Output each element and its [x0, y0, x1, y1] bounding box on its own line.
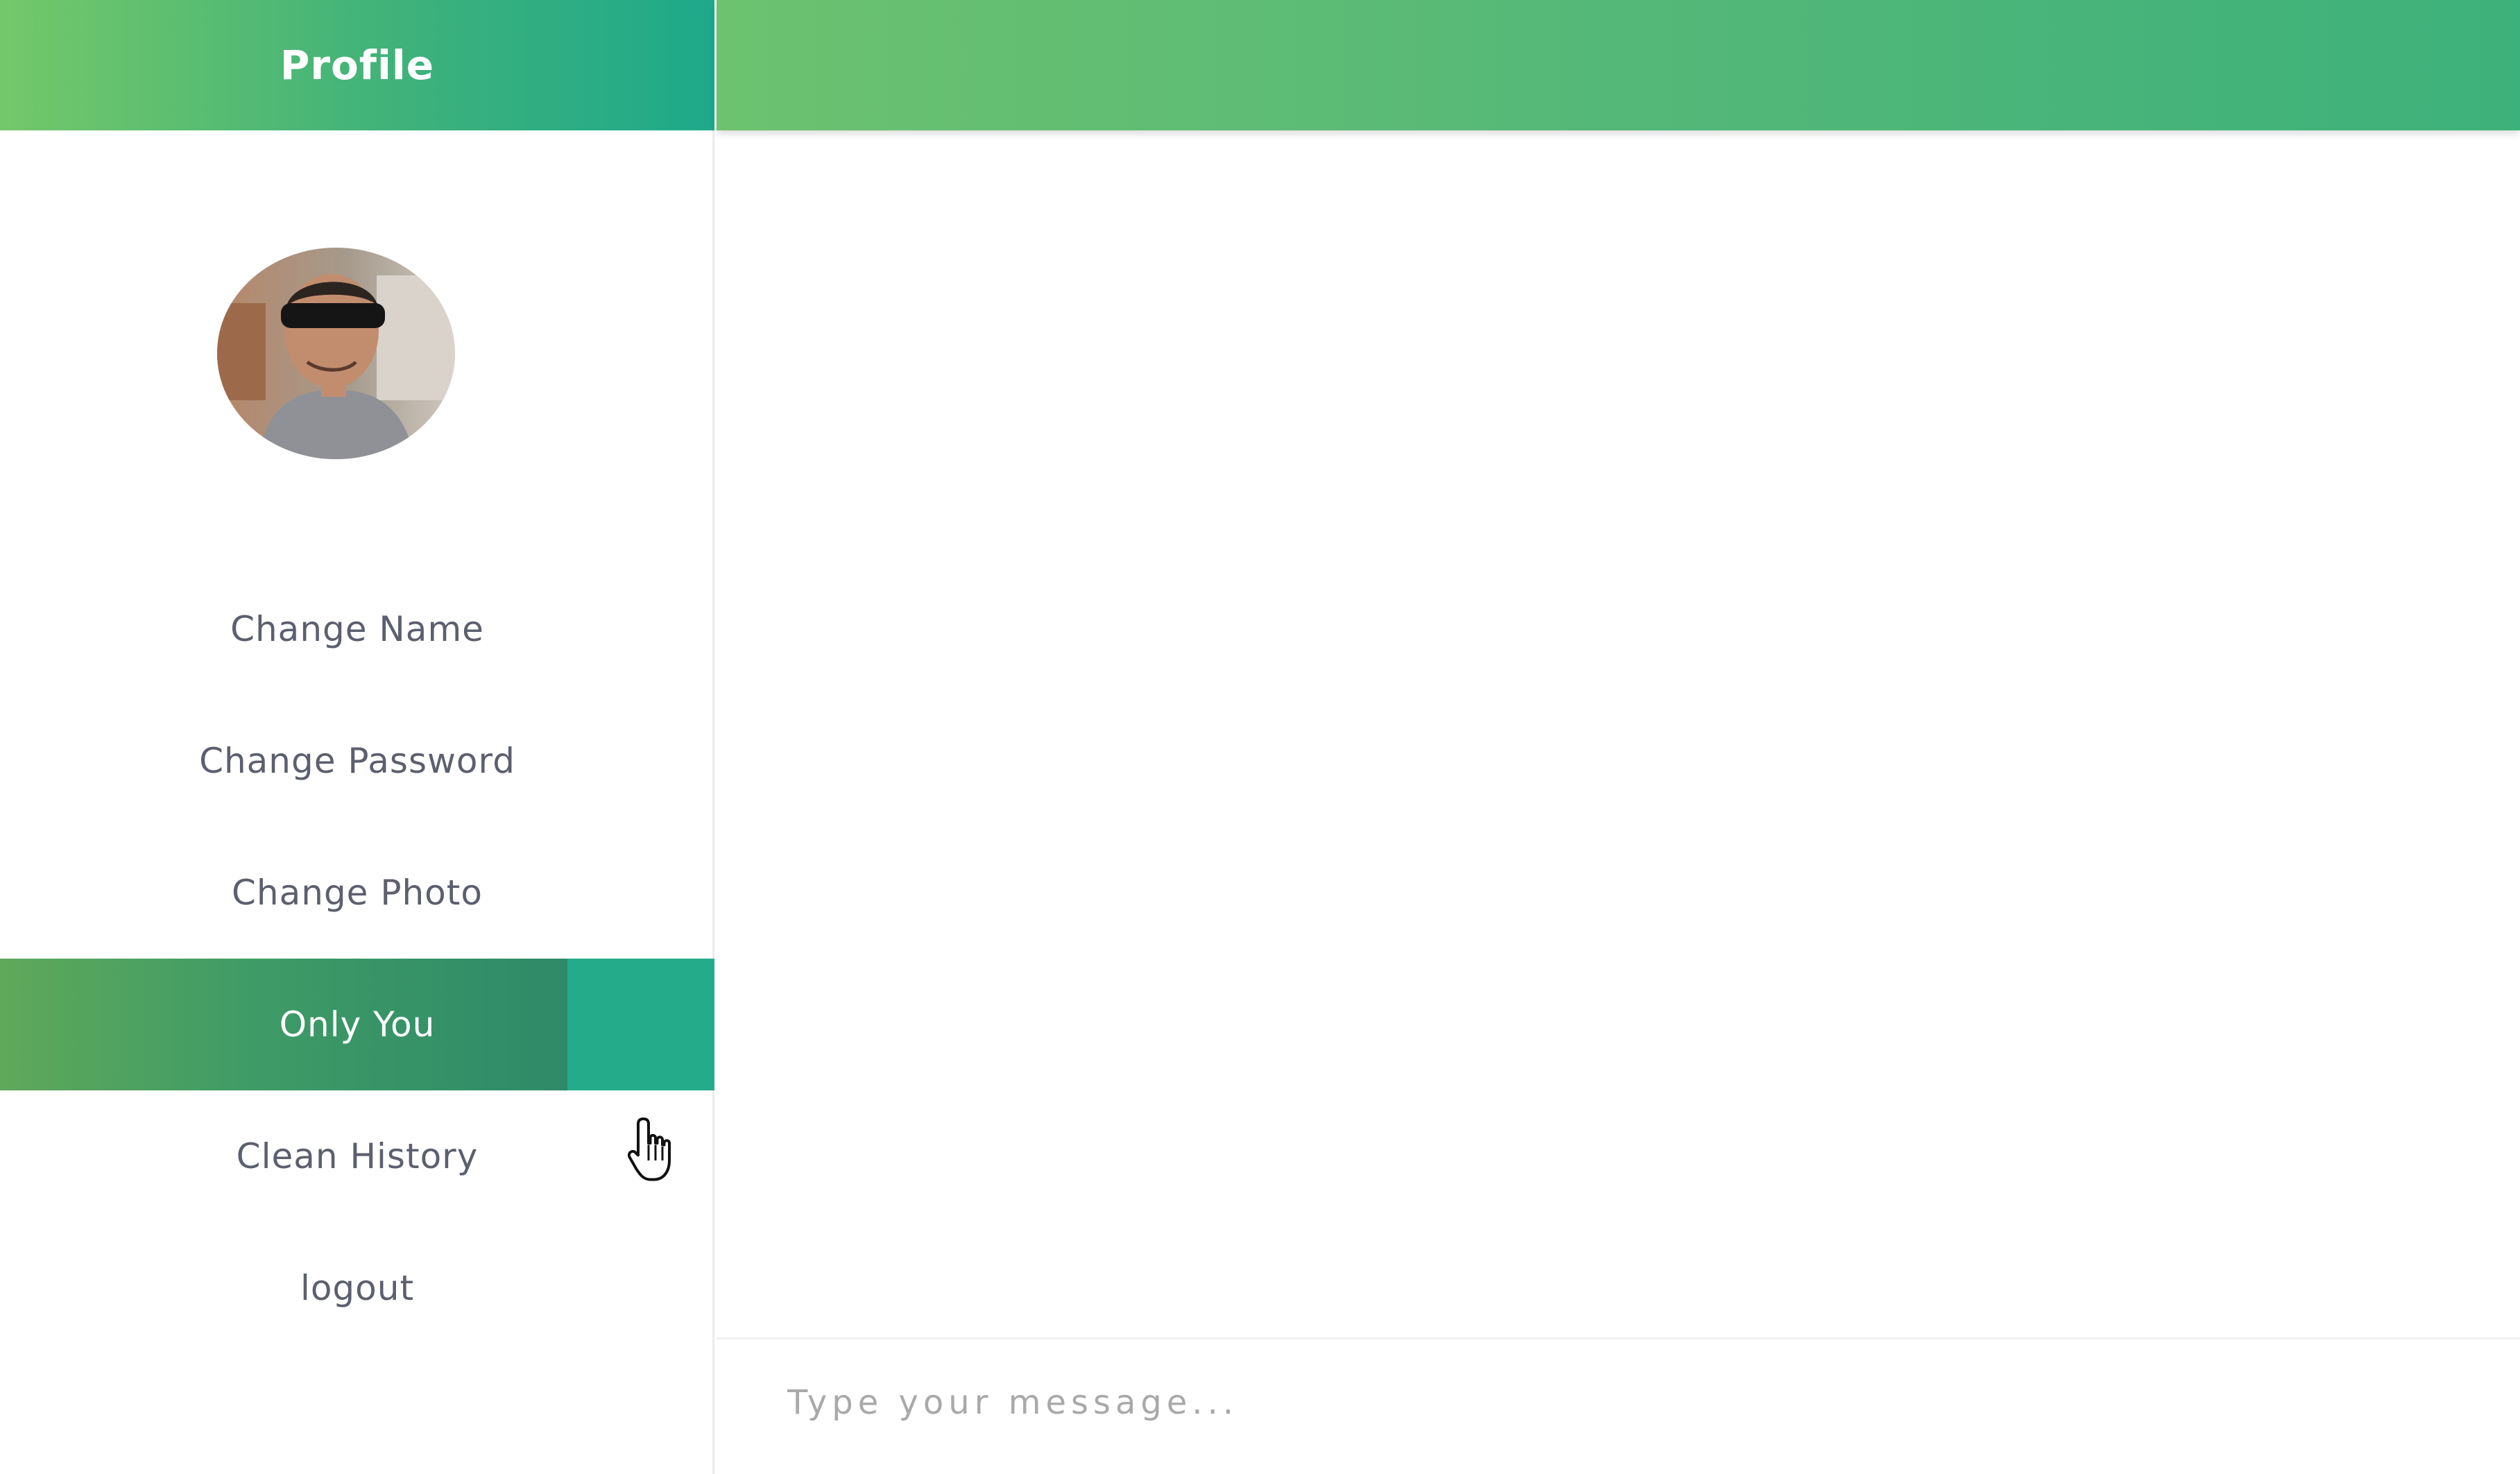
menu-item-label: Change Name: [230, 609, 484, 649]
menu-item-clean-history[interactable]: Clean History: [0, 1090, 714, 1222]
menu-item-label: Clean History: [236, 1136, 479, 1176]
avatar[interactable]: [217, 248, 455, 459]
menu-item-only-you[interactable]: Only You: [0, 959, 714, 1090]
user-photo-icon: [217, 248, 455, 459]
menu-item-label: Only You: [279, 1004, 436, 1045]
menu-item-label: Change Photo: [232, 873, 483, 913]
menu-item-label: logout: [300, 1268, 415, 1308]
chat-app: Profile Change Name Change Password Chan…: [0, 0, 2520, 1474]
menu-item-label: Change Password: [199, 741, 515, 781]
sidebar-header: Profile: [0, 0, 714, 130]
profile-menu: Change Name Change Password Change Photo…: [0, 563, 714, 1354]
menu-item-change-name[interactable]: Change Name: [0, 563, 714, 695]
profile-sidebar: Profile Change Name Change Password Chan…: [0, 0, 714, 1474]
sidebar-title: Profile: [280, 42, 435, 89]
active-item-accent: [567, 959, 714, 1090]
message-composer: [717, 1337, 2520, 1474]
chat-panel: [717, 0, 2520, 1474]
chat-header: [717, 0, 2520, 130]
message-input[interactable]: [786, 1367, 2453, 1438]
message-list[interactable]: [717, 135, 2520, 1337]
hand-pointer-icon: [628, 1115, 683, 1185]
menu-item-change-password[interactable]: Change Password: [0, 695, 714, 827]
menu-item-change-photo[interactable]: Change Photo: [0, 827, 714, 959]
menu-item-logout[interactable]: logout: [0, 1222, 714, 1354]
